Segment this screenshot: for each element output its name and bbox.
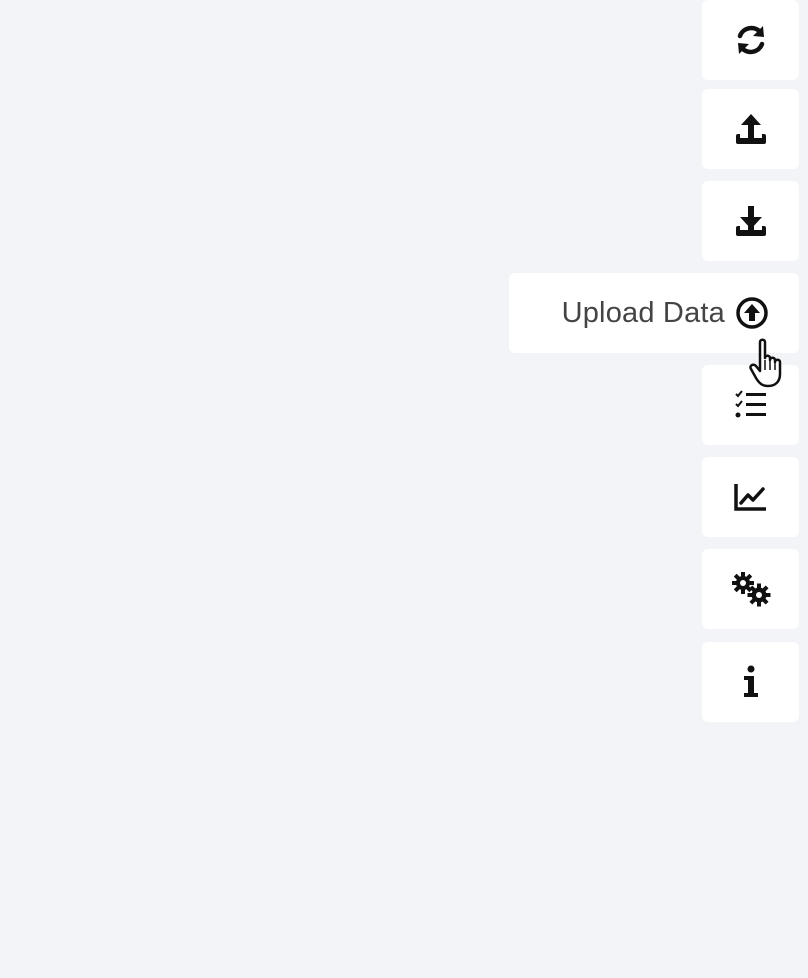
upload-button[interactable] xyxy=(702,89,799,169)
line-chart-icon xyxy=(733,481,769,513)
checklist-icon xyxy=(733,389,769,421)
download-icon xyxy=(733,203,769,239)
chart-button[interactable] xyxy=(702,457,799,537)
settings-button[interactable] xyxy=(702,549,799,629)
refresh-icon xyxy=(734,23,768,57)
side-toolbar: Upload Data xyxy=(0,0,808,978)
info-button[interactable] xyxy=(702,642,799,722)
upload-data-label: Upload Data xyxy=(561,296,725,329)
info-icon xyxy=(741,664,761,700)
upload-icon xyxy=(733,111,769,147)
upload-data-button[interactable]: Upload Data xyxy=(509,273,799,353)
tasks-button[interactable] xyxy=(702,365,799,445)
gears-icon xyxy=(731,571,771,607)
refresh-button[interactable] xyxy=(702,0,799,80)
download-button[interactable] xyxy=(702,181,799,261)
upload-circle-icon xyxy=(735,296,769,330)
